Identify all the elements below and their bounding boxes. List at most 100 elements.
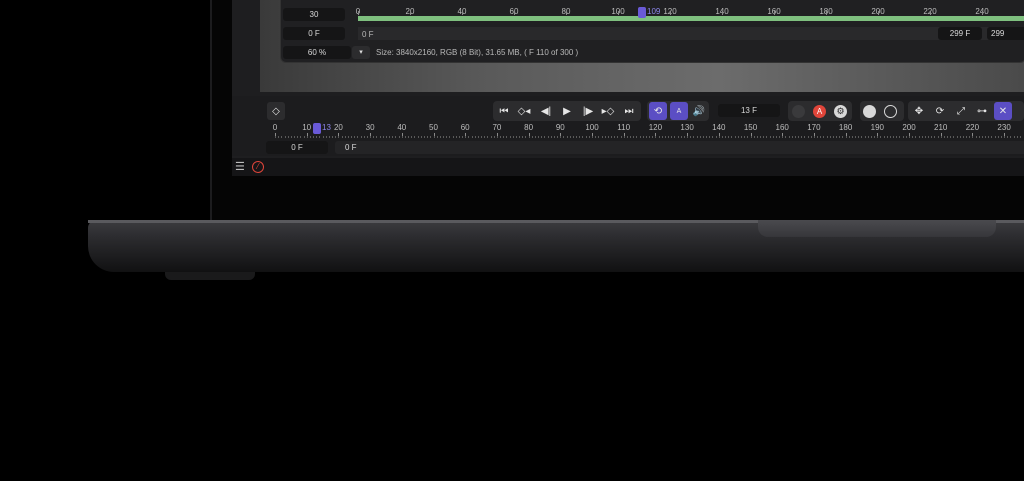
ruler-minor-tick (693, 136, 695, 138)
volume-icon[interactable]: 🔊 (690, 102, 708, 120)
next-keyframe-icon[interactable]: ▸◇ (599, 102, 617, 120)
toggle-icon[interactable]: ⊶ (973, 102, 991, 120)
range-start-field-2[interactable]: 0 F (335, 141, 1024, 154)
gear-icon[interactable]: ⚙ (834, 105, 847, 118)
ruler-minor-tick (503, 136, 505, 138)
fps-field[interactable]: 30 (283, 8, 345, 21)
ruler-minor-tick (851, 136, 853, 138)
ruler-tick-label: 10 (302, 123, 312, 132)
ruler-minor-tick (1000, 136, 1002, 138)
ruler-minor-tick (867, 136, 869, 138)
ruler-tick-mark (566, 11, 567, 15)
ruler-tick-mark (982, 11, 983, 15)
range-end-field-2[interactable]: 299 (987, 27, 1024, 40)
ruler-tick-label: 140 (712, 123, 726, 132)
ruler-tick-label: 120 (648, 123, 663, 132)
ruler-minor-tick (886, 136, 888, 138)
loop-icon[interactable]: ⟲ (649, 102, 667, 120)
step-forward-icon[interactable]: |▶ (579, 102, 597, 120)
ruler-minor-tick (278, 136, 280, 138)
ruler-minor-tick (357, 136, 359, 138)
skip-forward-icon[interactable]: ⏭ (620, 102, 638, 120)
ruler-minor-tick (490, 136, 492, 138)
ruler-minor-tick (328, 136, 330, 138)
ruler-minor-tick (915, 136, 917, 138)
ruler-minor-tick (909, 136, 910, 138)
menu-icon[interactable]: ☰ (235, 161, 245, 173)
viewer-frame-field[interactable]: 0 F (283, 27, 345, 40)
ruler-minor-tick (763, 136, 765, 138)
ruler-minor-tick (382, 136, 384, 138)
ruler-minor-tick (515, 136, 517, 138)
ruler-minor-tick (443, 136, 444, 138)
ruler-tick-mark (358, 11, 359, 15)
key-reset-icon[interactable] (884, 105, 897, 118)
ruler-minor-tick (817, 136, 819, 138)
current-frame-field[interactable]: 13 F (718, 104, 780, 117)
ruler-minor-tick (1004, 136, 1006, 138)
ruler-minor-tick (303, 136, 305, 138)
snap-icon[interactable]: ✕ (994, 102, 1012, 120)
key-lock-icon[interactable] (863, 105, 876, 118)
zoom-field[interactable]: 60 % (283, 46, 351, 59)
ruler-minor-tick (1007, 136, 1009, 138)
diamond-icon[interactable]: ◇ (267, 102, 285, 120)
move-icon[interactable]: ✥ (910, 102, 928, 120)
ruler-minor-tick (458, 136, 460, 138)
ruler-minor-tick (731, 136, 733, 138)
ruler-minor-tick (652, 136, 654, 138)
ruler-minor-tick (620, 136, 622, 138)
step-back-icon[interactable]: ◀| (537, 102, 555, 120)
ruler-minor-tick (566, 136, 568, 138)
ruler-minor-tick (744, 136, 746, 138)
ruler-minor-tick (455, 136, 457, 138)
ruler-minor-tick (284, 136, 286, 138)
range-start-field[interactable]: 0 F (266, 141, 328, 154)
ruler-minor-tick (677, 136, 679, 138)
ruler-minor-tick (899, 136, 901, 138)
play-icon[interactable]: ▶ (558, 102, 576, 120)
ruler-minor-tick (351, 136, 353, 138)
prev-keyframe-icon[interactable]: ◇◂ (515, 102, 533, 120)
range-end-field[interactable]: 299 F (938, 27, 982, 40)
status-bar (232, 158, 1024, 176)
ruler-tick-label: 50 (429, 123, 438, 132)
record-icon[interactable] (792, 105, 805, 118)
timeline-playhead-handle[interactable] (313, 123, 321, 134)
ruler-minor-tick (823, 136, 825, 138)
ruler-minor-tick (839, 136, 841, 138)
ruler-minor-tick (928, 136, 930, 138)
ruler-minor-tick (1016, 136, 1018, 138)
ruler-minor-tick (671, 136, 673, 138)
ruler-minor-tick (918, 136, 920, 138)
ruler-minor-tick (373, 136, 375, 138)
ruler-minor-tick (569, 136, 571, 138)
ruler-tick-label: 220 (965, 123, 980, 132)
ruler-minor-tick (496, 136, 498, 138)
rotate-icon[interactable]: ⟳ (931, 102, 949, 120)
ruler-minor-tick (370, 136, 372, 138)
ruler-minor-tick (820, 136, 822, 138)
no-entry-icon[interactable]: ⁄ (252, 161, 264, 173)
ruler-minor-tick (912, 136, 914, 138)
ruler-minor-tick (538, 136, 540, 138)
viewer-playhead-handle[interactable] (638, 7, 646, 18)
ruler-tick-label: 230 (997, 123, 1011, 132)
ruler-minor-tick (788, 136, 790, 138)
ruler-minor-tick (962, 136, 964, 138)
ruler-tick-mark (774, 11, 775, 15)
scale-icon[interactable]: ⤢ (952, 102, 970, 120)
timeline-playhead-value: 13 (322, 123, 331, 132)
audio-mode-icon[interactable]: A (670, 102, 688, 120)
skip-back-icon[interactable]: ⏮ (495, 102, 513, 120)
ruler-minor-tick (553, 136, 555, 138)
ruler-minor-tick (687, 136, 689, 138)
auto-key-icon[interactable]: A (813, 105, 826, 118)
ruler-minor-tick (877, 136, 879, 138)
ruler-minor-tick (893, 136, 895, 138)
zoom-dropdown-chevron-down-icon[interactable]: ▾ (352, 46, 370, 59)
laptop-foot (165, 272, 255, 280)
ruler-minor-tick (683, 136, 685, 138)
ruler-minor-tick (481, 136, 483, 138)
ruler-minor-tick (465, 136, 467, 138)
